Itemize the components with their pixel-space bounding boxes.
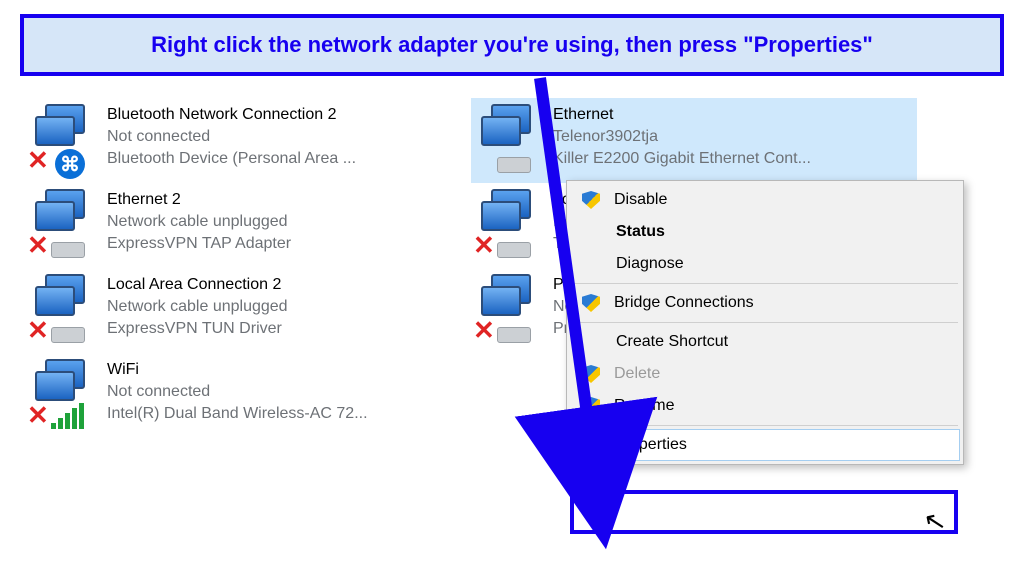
adapter-item[interactable]: ✕ WiFiNot connectedIntel(R) Dual Band Wir… bbox=[25, 353, 471, 438]
adapter-item[interactable]: ✕⌘Bluetooth Network Connection 2Not conn… bbox=[25, 98, 471, 183]
uac-shield-icon bbox=[582, 397, 600, 415]
wifi-icon bbox=[51, 403, 84, 429]
adapter-device: Killer E2200 Gigabit Ethernet Cont... bbox=[553, 148, 911, 170]
monitor-icon bbox=[35, 201, 75, 231]
properties-highlight-box bbox=[570, 490, 958, 534]
menu-item-disable[interactable]: Disable bbox=[570, 184, 960, 216]
adapter-name: Ethernet 2 bbox=[107, 189, 465, 211]
error-x-icon: ✕ bbox=[473, 230, 495, 261]
monitor-icon bbox=[481, 286, 521, 316]
adapter-name: WiFi bbox=[107, 359, 465, 381]
adapter-status: Not connected bbox=[107, 381, 465, 403]
menu-item-rename[interactable]: Rename bbox=[570, 390, 960, 422]
rj45-plug-icon bbox=[497, 157, 531, 173]
menu-item-create-shortcut[interactable]: Create Shortcut bbox=[570, 326, 960, 358]
adapter-text: Local Area Connection 2Network cable unp… bbox=[107, 272, 465, 340]
error-x-icon: ✕ bbox=[27, 230, 49, 261]
error-x-icon: ✕ bbox=[27, 400, 49, 431]
adapter-icon bbox=[475, 102, 543, 178]
bluetooth-icon: ⌘ bbox=[55, 149, 85, 179]
menu-item-label: Bridge Connections bbox=[614, 294, 754, 312]
adapter-status: Telenor3902tja bbox=[553, 126, 911, 148]
menu-item-delete: Delete bbox=[570, 358, 960, 390]
menu-item-label: Rename bbox=[614, 397, 674, 415]
adapter-device: ExpressVPN TAP Adapter bbox=[107, 233, 465, 255]
rj45-plug-icon bbox=[51, 327, 85, 343]
uac-shield-icon bbox=[582, 436, 600, 454]
adapter-name: Local Area Connection 2 bbox=[107, 274, 465, 296]
error-x-icon: ✕ bbox=[473, 315, 495, 346]
adapter-icon: ✕ bbox=[29, 357, 97, 433]
error-x-icon: ✕ bbox=[27, 315, 49, 346]
adapter-item[interactable]: ✕ Local Area Connection 2Network cable un… bbox=[25, 268, 471, 353]
menu-item-label: Create Shortcut bbox=[616, 333, 728, 351]
adapter-device: ExpressVPN TUN Driver bbox=[107, 318, 465, 340]
adapter-text: Ethernet 2Network cable unpluggedExpress… bbox=[107, 187, 465, 255]
adapter-item[interactable]: EthernetTelenor3902tjaKiller E2200 Gigab… bbox=[471, 98, 917, 183]
monitor-icon bbox=[481, 201, 521, 231]
menu-item-bridge-connections[interactable]: Bridge Connections bbox=[570, 287, 960, 319]
menu-item-label: Delete bbox=[614, 365, 660, 383]
monitor-icon bbox=[35, 116, 75, 146]
monitor-icon bbox=[35, 286, 75, 316]
adapter-icon: ✕ bbox=[475, 187, 543, 263]
error-x-icon: ✕ bbox=[27, 145, 49, 176]
adapter-text: Bluetooth Network Connection 2Not connec… bbox=[107, 102, 465, 170]
uac-shield-icon bbox=[582, 294, 600, 312]
context-menu: Disable Status Diagnose Bridge Connections C… bbox=[566, 180, 964, 465]
adapter-status: Network cable unplugged bbox=[107, 211, 465, 233]
adapter-name: Ethernet bbox=[553, 104, 911, 126]
menu-separator bbox=[572, 322, 958, 323]
instruction-text: Right click the network adapter you're u… bbox=[151, 32, 873, 57]
adapter-icon: ✕ bbox=[29, 272, 97, 348]
adapter-icon: ✕ bbox=[29, 187, 97, 263]
menu-item-label: Properties bbox=[614, 436, 687, 454]
adapter-icon: ✕⌘ bbox=[29, 102, 97, 178]
adapter-icon: ✕ bbox=[475, 272, 543, 348]
monitor-icon bbox=[35, 371, 75, 401]
menu-item-diagnose[interactable]: Diagnose bbox=[570, 248, 960, 280]
cursor-icon: ↖ bbox=[921, 504, 949, 539]
menu-item-status[interactable]: Status bbox=[570, 216, 960, 248]
rj45-plug-icon bbox=[51, 242, 85, 258]
adapter-text: EthernetTelenor3902tjaKiller E2200 Gigab… bbox=[553, 102, 911, 170]
rj45-plug-icon bbox=[497, 242, 531, 258]
adapter-name: Bluetooth Network Connection 2 bbox=[107, 104, 465, 126]
instruction-banner: Right click the network adapter you're u… bbox=[20, 14, 1004, 76]
menu-separator bbox=[572, 425, 958, 426]
adapter-device: Bluetooth Device (Personal Area ... bbox=[107, 148, 465, 170]
menu-separator bbox=[572, 283, 958, 284]
menu-item-label: Diagnose bbox=[616, 255, 684, 273]
menu-item-properties[interactable]: Properties bbox=[570, 429, 960, 461]
adapter-status: Not connected bbox=[107, 126, 465, 148]
rj45-plug-icon bbox=[497, 327, 531, 343]
menu-item-label: Disable bbox=[614, 191, 667, 209]
uac-shield-icon bbox=[582, 365, 600, 383]
adapter-device: Intel(R) Dual Band Wireless-AC 72... bbox=[107, 403, 465, 425]
adapter-item[interactable]: ✕ Ethernet 2Network cable unpluggedExpres… bbox=[25, 183, 471, 268]
uac-shield-icon bbox=[582, 191, 600, 209]
adapter-status: Network cable unplugged bbox=[107, 296, 465, 318]
monitor-icon bbox=[481, 116, 521, 146]
adapter-text: WiFiNot connectedIntel(R) Dual Band Wire… bbox=[107, 357, 465, 425]
menu-item-label: Status bbox=[616, 223, 665, 241]
